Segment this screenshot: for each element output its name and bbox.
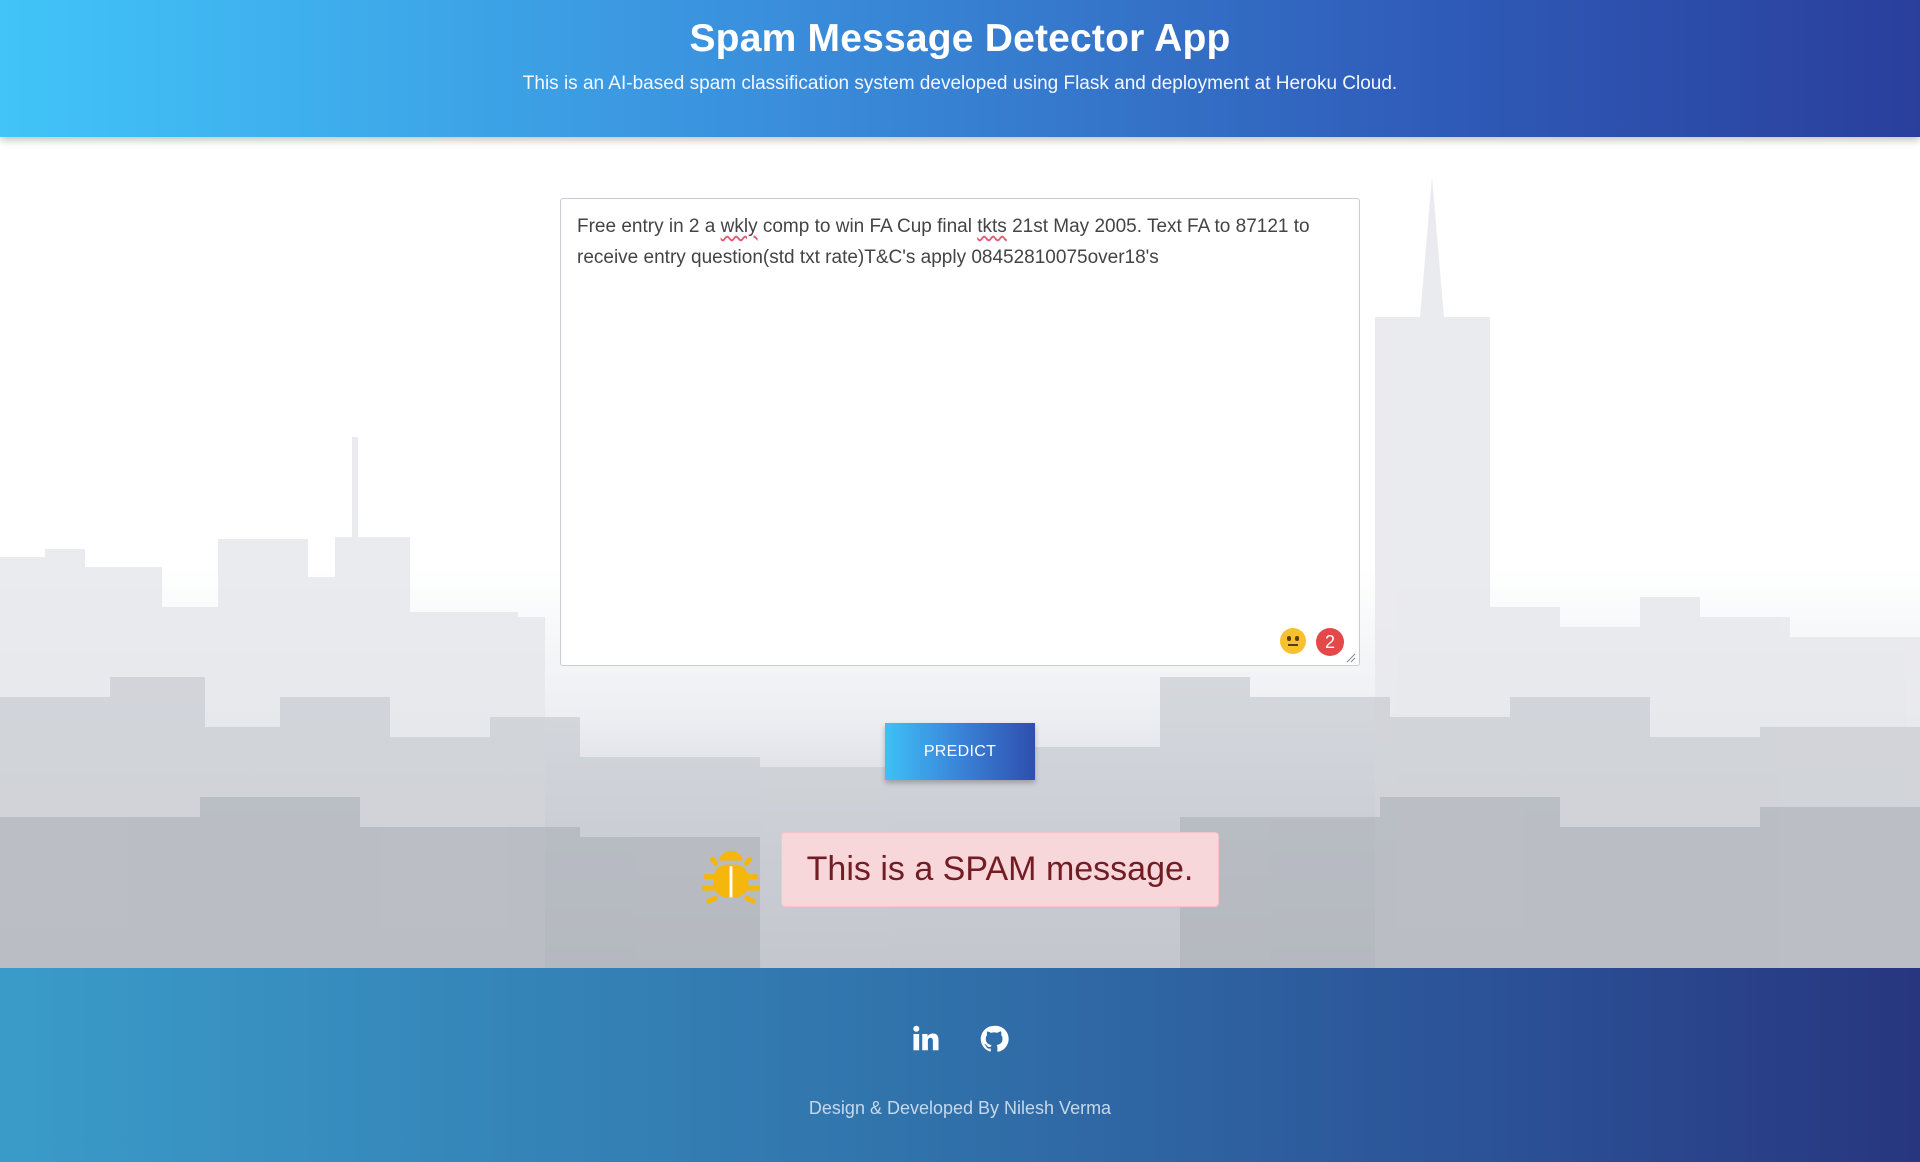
linkedin-icon (913, 1025, 939, 1051)
github-icon (980, 1025, 1009, 1052)
neutral-face-emoji-icon[interactable] (1280, 628, 1306, 654)
bug-icon (701, 850, 761, 904)
page-subtitle: This is an AI-based spam classification … (522, 73, 1398, 94)
app-header: Spam Message Detector App This is an AI-… (0, 0, 1920, 137)
message-text-misspelled: wkly (720, 216, 758, 237)
message-text-part: Free entry in 2 a (577, 216, 721, 237)
emoji-eye (1287, 636, 1291, 641)
page-title: Spam Message Detector App (689, 17, 1231, 60)
resize-grip-icon[interactable] (1346, 653, 1356, 663)
social-links (0, 1024, 1920, 1064)
app-footer: Design & Developed By Nilesh Verma (0, 968, 1920, 1162)
message-text-part: comp to win FA Cup final (757, 216, 978, 237)
footer-credit: Design & Developed By Nilesh Verma (808, 1098, 1112, 1118)
result-alert: This is a SPAM message. (781, 832, 1219, 907)
message-input[interactable]: Free entry in 2 a wkly comp to win FA Cu… (560, 198, 1360, 666)
emoji-mouth (1288, 644, 1298, 646)
predict-button[interactable]: PREDICT (885, 723, 1035, 780)
message-text-misspelled: tkts (977, 216, 1007, 237)
github-link[interactable] (979, 1024, 1009, 1054)
extension-count-badge[interactable]: 2 (1316, 628, 1344, 656)
linkedin-link[interactable] (911, 1024, 941, 1054)
emoji-eye (1295, 636, 1299, 641)
